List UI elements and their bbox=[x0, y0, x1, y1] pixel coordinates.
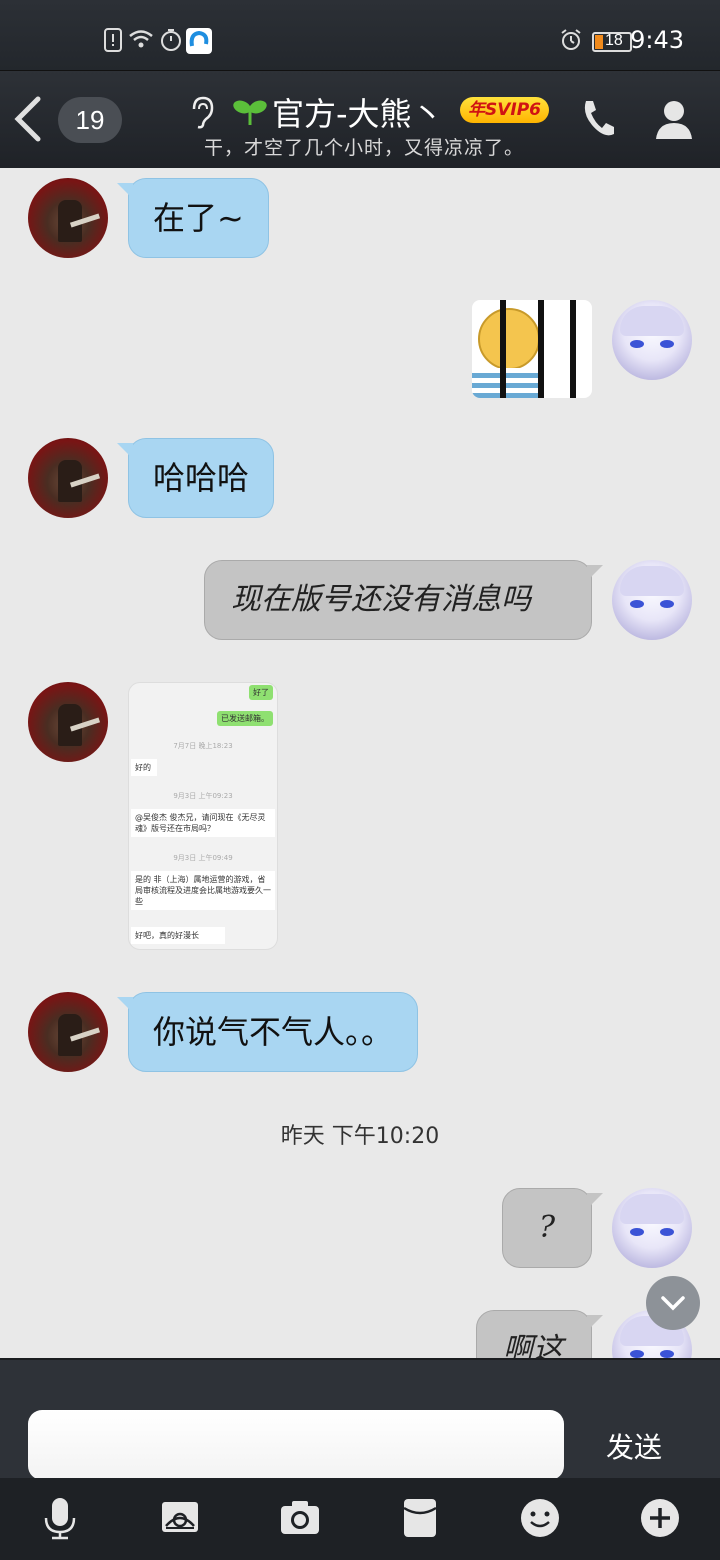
status-bar: 18 9:43 bbox=[0, 0, 720, 70]
timer-icon bbox=[158, 28, 184, 54]
emoji-icon[interactable] bbox=[518, 1496, 562, 1540]
contact-avatar[interactable] bbox=[28, 682, 108, 762]
input-bar: 发送 bbox=[0, 1358, 720, 1480]
input-toolbar bbox=[0, 1478, 720, 1560]
screenshot-text: 好的 bbox=[131, 759, 157, 776]
image-icon[interactable] bbox=[158, 1496, 202, 1540]
phone-icon[interactable] bbox=[580, 97, 618, 139]
alarm-icon bbox=[558, 28, 584, 54]
screenshot-text: 是的 非（上海）属地运营的游戏，省局审核流程及进度会比属地游戏要久一些 bbox=[131, 871, 275, 910]
my-avatar[interactable] bbox=[612, 560, 692, 640]
screenshot-text: @吴俊杰 俊杰兄，请问现在《无尽灵魂》版号还在市局吗？ bbox=[131, 809, 275, 837]
my-avatar[interactable] bbox=[612, 300, 692, 380]
microphone-icon[interactable] bbox=[38, 1496, 82, 1540]
outgoing-message[interactable]: 啊这 bbox=[476, 1310, 603, 1358]
plus-icon[interactable] bbox=[638, 1496, 682, 1540]
wifi-icon bbox=[128, 28, 154, 54]
screenshot-text: 好了 bbox=[249, 685, 273, 700]
red-packet-icon[interactable] bbox=[398, 1496, 442, 1540]
scroll-to-bottom-button[interactable] bbox=[646, 1276, 700, 1330]
clock: 9:43 bbox=[630, 26, 684, 54]
battery-level: 18 bbox=[605, 32, 623, 49]
profile-icon[interactable] bbox=[652, 97, 696, 141]
outgoing-message[interactable]: 现在版号还没有消息吗 bbox=[204, 560, 603, 640]
message-list[interactable]: 在了~ 哈哈哈 现在版号还没有消息吗 好了 已发送邮箱。 7月7日 晚上18:2… bbox=[0, 168, 720, 1358]
contact-avatar[interactable] bbox=[28, 178, 108, 258]
contact-name[interactable]: 官方-大熊丶 bbox=[272, 89, 444, 135]
outgoing-message[interactable]: ? bbox=[502, 1188, 603, 1268]
camera-icon[interactable] bbox=[278, 1496, 322, 1540]
screenshot-text: 好吧，真的好漫长 bbox=[131, 927, 225, 944]
chat-header: 19 官方-大熊丶 年SVIP6 干，才空了几个小时，又得凉凉了。 bbox=[0, 70, 720, 168]
incoming-message[interactable]: 哈哈哈 bbox=[116, 438, 275, 518]
send-button[interactable]: 发送 bbox=[594, 1426, 674, 1466]
screenshot-text: 9月3日 上午09:23 bbox=[173, 792, 233, 800]
incoming-message[interactable]: 你说气不气人。。 bbox=[116, 992, 419, 1072]
my-avatar[interactable] bbox=[612, 1188, 692, 1268]
screenshot-text: 已发送邮箱。 bbox=[217, 711, 273, 726]
svip-badge: 年SVIP6 bbox=[460, 97, 550, 123]
screenshot-text: 9月3日 上午09:49 bbox=[173, 854, 233, 862]
battery-indicator: 18 bbox=[592, 32, 632, 52]
image-message[interactable]: 好了 已发送邮箱。 7月7日 晚上18:23 好的 9月3日 上午09:23 @… bbox=[128, 682, 278, 950]
contact-avatar[interactable] bbox=[28, 992, 108, 1072]
chevron-down-icon bbox=[661, 1296, 685, 1311]
sticker-message[interactable] bbox=[472, 300, 592, 398]
incoming-message[interactable]: 在了~ bbox=[117, 178, 269, 258]
screenshot-text: 7月7日 晚上18:23 bbox=[173, 742, 233, 750]
contact-avatar[interactable] bbox=[28, 438, 108, 518]
sim-alert-icon bbox=[100, 28, 126, 54]
app-notification-icon bbox=[186, 28, 212, 54]
timestamp: 昨天 下午10:20 bbox=[280, 1124, 440, 1149]
ear-icon[interactable] bbox=[188, 95, 216, 129]
sprout-icon bbox=[232, 97, 268, 127]
message-input[interactable] bbox=[28, 1410, 564, 1480]
